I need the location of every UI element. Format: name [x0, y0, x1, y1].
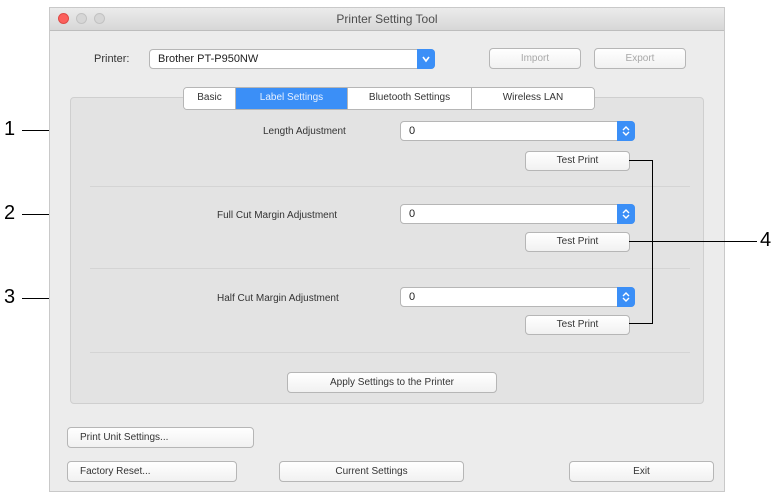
- callout-4-bracket: [629, 160, 757, 324]
